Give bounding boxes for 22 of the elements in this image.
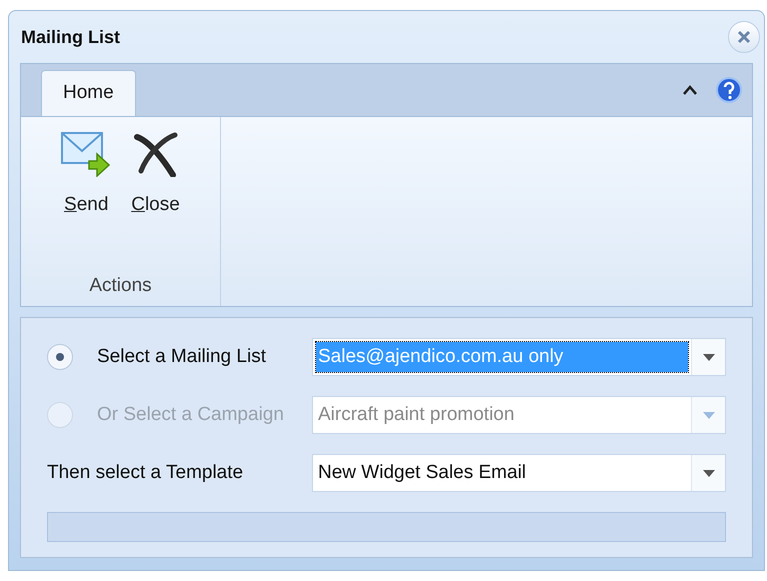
field-label: Select a Mailing List: [97, 344, 266, 369]
radio-button[interactable]: [47, 344, 73, 370]
collapse-icon[interactable]: [682, 84, 698, 96]
group-label: Actions: [89, 274, 152, 298]
dropdown-value: Aircraft paint promotion: [317, 402, 516, 427]
envelope-arrow-icon: [61, 131, 112, 177]
field-label: Or Select a Campaign: [97, 402, 284, 427]
dropdown-arrow-icon: [702, 412, 714, 418]
help-icon[interactable]: [716, 77, 742, 103]
dropdown-arrow-icon: [702, 470, 714, 476]
dropdown-arrow-icon: [702, 354, 714, 360]
close-icon: [737, 30, 751, 44]
dropdown-value: New Widget Sales Email: [317, 460, 528, 485]
dropdown[interactable]: New Widget Sales Email: [312, 454, 726, 492]
x-mark-icon: [132, 131, 178, 177]
ribbon-tab[interactable]: Home: [41, 70, 136, 116]
close-button[interactable]: [728, 21, 760, 53]
close-button[interactable]: Close: [131, 131, 180, 220]
send-button[interactable]: Send: [61, 131, 112, 220]
field-label: Then select a Template: [47, 460, 244, 485]
window-title: Mailing List: [21, 26, 120, 49]
dropdown-value: Sales@ajendico.com.au only: [316, 342, 688, 372]
